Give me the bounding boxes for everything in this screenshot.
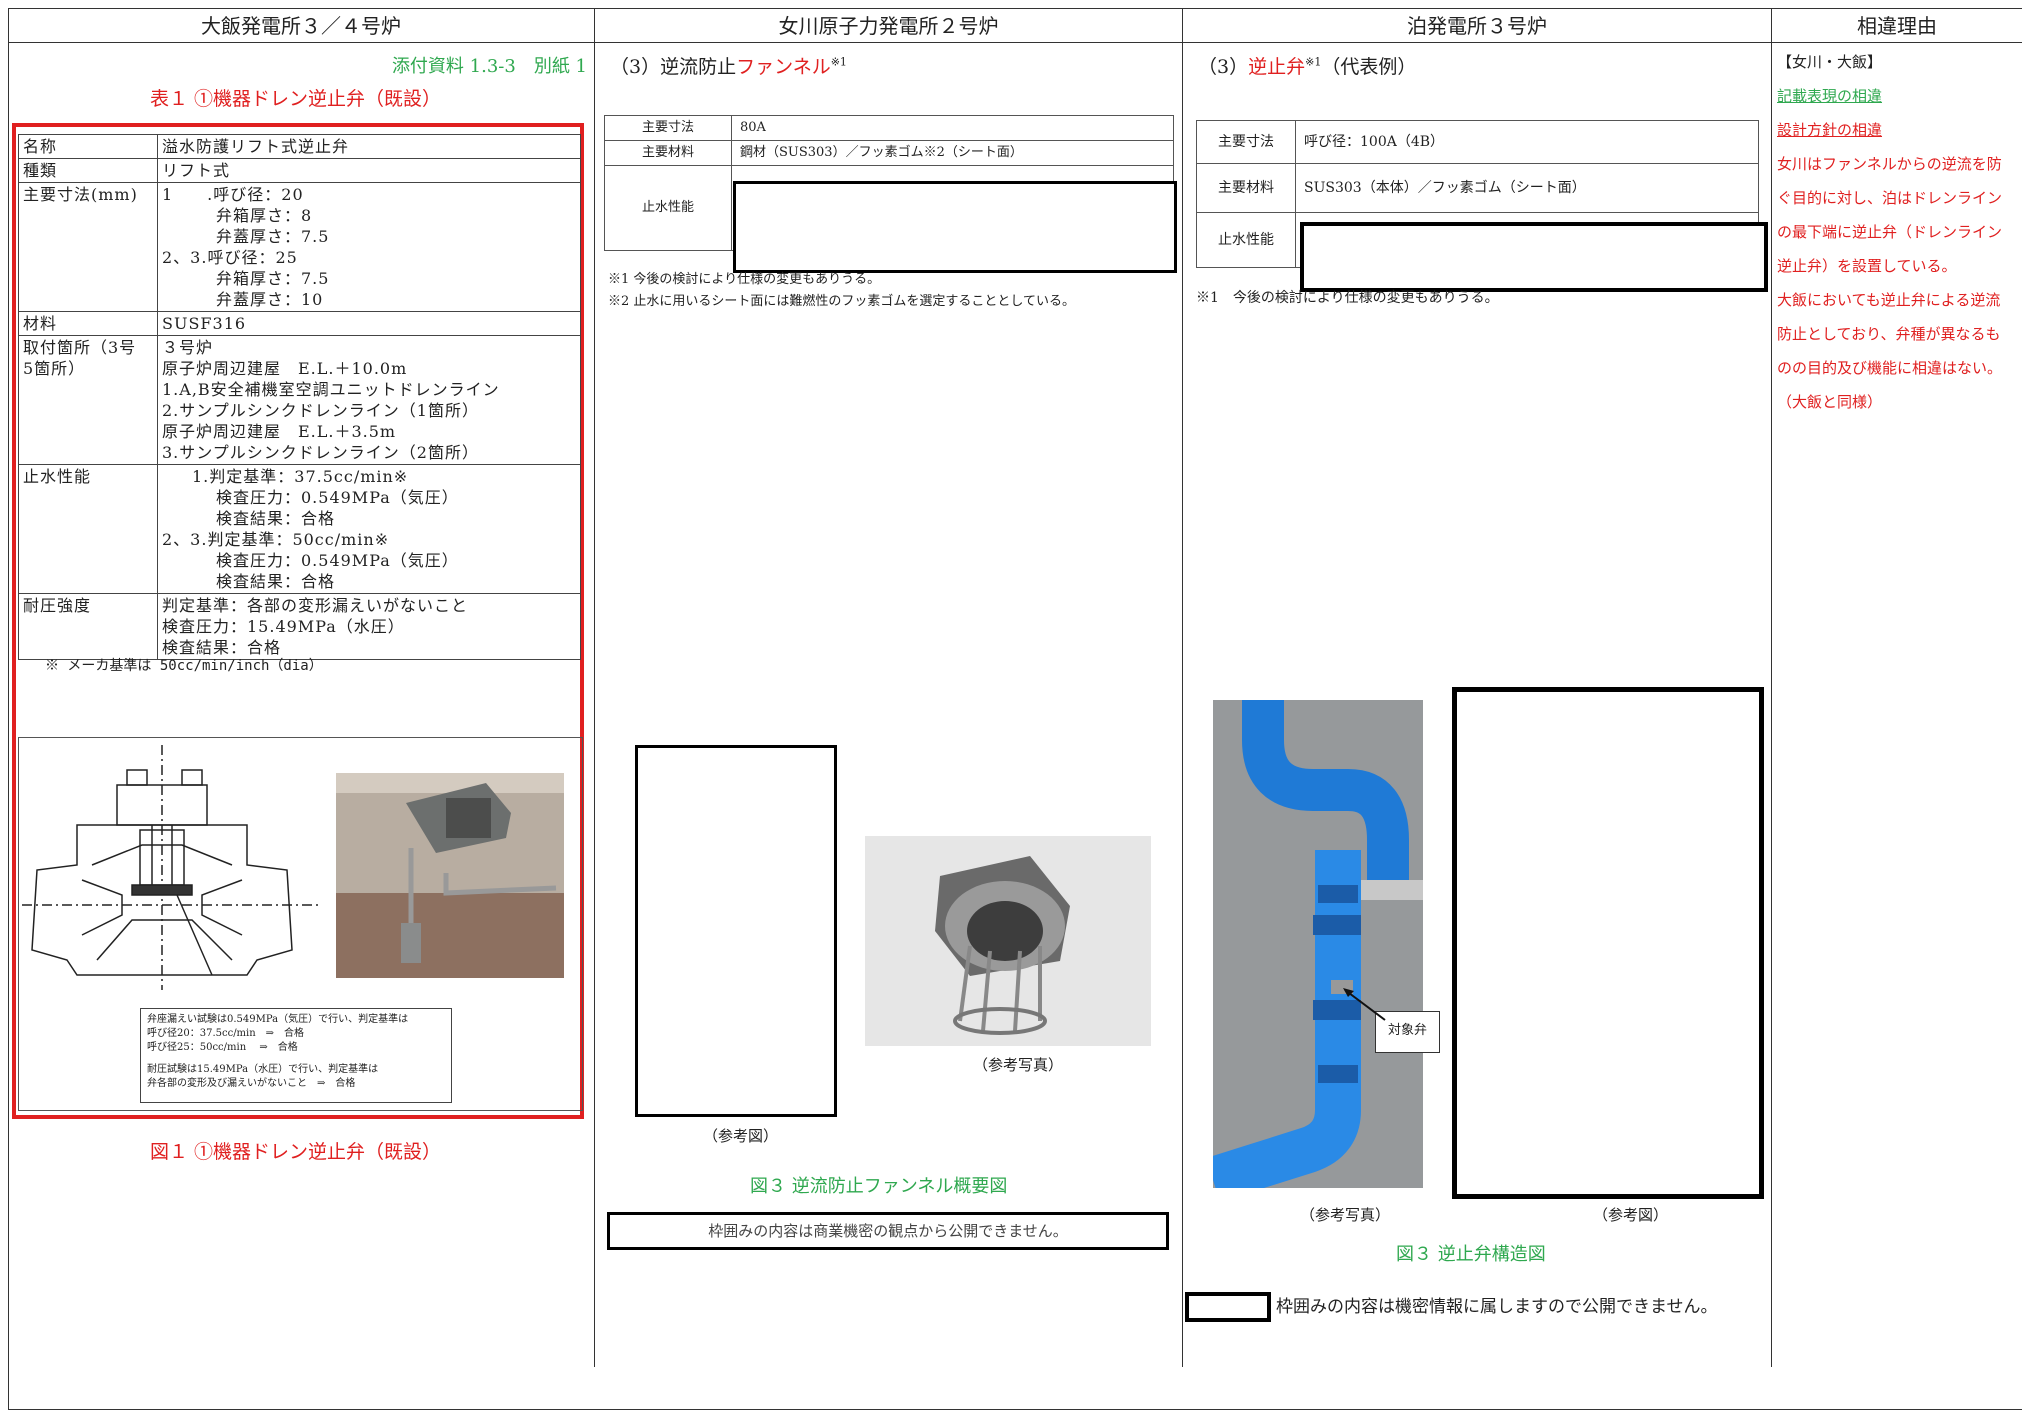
ref-photo-label-onagawa: （参考写真） bbox=[973, 1056, 1064, 1074]
col-divider-2 bbox=[1182, 8, 1183, 1367]
spec-table-ohi: 名称 溢水防護リフト式逆止弁 種類 リフト式 主要寸法(mm) 1 .呼び径：20 … bbox=[18, 134, 581, 660]
redacted-box-tomari bbox=[1300, 222, 1768, 292]
onagawa-note-1: ※1 今後の検討により仕様の変更もありうる。 bbox=[608, 272, 881, 287]
col-divider-3 bbox=[1771, 8, 1772, 1367]
ref-figure-label: （参考図） bbox=[703, 1127, 779, 1145]
reason-line: 逆止弁）を設置している。 bbox=[1777, 257, 1957, 275]
figure1-caption: 図１ ①機器ドレン逆止弁（既設） bbox=[150, 1141, 442, 1163]
redacted-structure-figure bbox=[1452, 687, 1764, 1199]
header-tomari: 泊発電所３号炉 bbox=[1407, 14, 1547, 38]
reason-line: 設計方針の相違 bbox=[1777, 121, 1883, 139]
funnel-photo bbox=[865, 836, 1151, 1046]
reason-line: 女川はファンネルからの逆流を防 bbox=[1777, 155, 2002, 173]
table-footnote: ※ メーカ基準は 50cc/min/inch（dia） bbox=[45, 658, 323, 674]
onagawa-heading: （3）逆流防止ファンネル※1 bbox=[610, 55, 847, 78]
header-reason: 相違理由 bbox=[1857, 14, 1937, 38]
table-row: 耐圧強度 判定基準：各部の変形漏えいがないこと 検査圧力：15.49MPa（水圧… bbox=[18, 593, 581, 660]
redacted-figure bbox=[635, 745, 837, 1117]
onagawa-note-2: ※2 止水に用いるシート面には難燃性のフッ素ゴムを選定することとしている。 bbox=[608, 294, 1076, 309]
figure3-caption-onagawa: 図３ 逆流防止ファンネル概要図 bbox=[750, 1176, 1008, 1197]
table-row: 材料 SUSF316 bbox=[18, 311, 581, 336]
reason-line: 【女川・大飯】 bbox=[1777, 53, 1883, 71]
reason-line: 記載表現の相違 bbox=[1777, 87, 1883, 105]
table-row: 止水性能 1.判定基準：37.5cc/min※ 検査圧力：0.549MPa（気圧… bbox=[18, 464, 581, 594]
check-valve-photo bbox=[1213, 700, 1423, 1188]
reason-line: 防止としており、弁種が異なるも bbox=[1777, 325, 2001, 343]
ref-photo-label-tomari: （参考写真） bbox=[1300, 1206, 1391, 1224]
reason-line: の最下端に逆止弁（ドレンライン bbox=[1777, 223, 2003, 241]
table-row: 名称 溢水防護リフト式逆止弁 bbox=[18, 134, 581, 159]
tomari-note: ※1 今後の検討により仕様の変更もありうる。 bbox=[1196, 290, 1499, 306]
redacted-box bbox=[733, 181, 1177, 273]
table-row: 主要材料 SUS303（本体）／フッ素ゴム（シート面） bbox=[1196, 163, 1759, 213]
header-onagawa: 女川原子力発電所２号炉 bbox=[778, 14, 999, 38]
reason-line: （大飯と同様） bbox=[1777, 393, 1883, 411]
header-divider bbox=[8, 42, 2022, 43]
table-row: 主要寸法 80A bbox=[604, 115, 1174, 141]
attachment-label: 添付資料 1.3-3 別紙 1 bbox=[391, 56, 587, 77]
valve-photo-ohi bbox=[336, 773, 564, 978]
confidential-notice-onagawa: 枠囲みの内容は商業機密の観点から公開できません。 bbox=[607, 1212, 1169, 1250]
table1-title: 表１ ①機器ドレン逆止弁（既設） bbox=[150, 88, 442, 110]
tomari-heading: （3）逆止弁※1（代表例） bbox=[1198, 55, 1417, 78]
confidential-marker bbox=[1185, 1292, 1271, 1322]
table-row: 主要寸法 呼び径：100A（4B） bbox=[1196, 120, 1759, 164]
valve-drawing bbox=[22, 745, 322, 990]
figure3-caption-tomari: 図３ 逆止弁構造図 bbox=[1396, 1244, 1546, 1265]
reason-line: 大飯においても逆止弁による逆流 bbox=[1777, 291, 2001, 309]
target-arrow bbox=[1343, 988, 1386, 1021]
col-divider-1 bbox=[594, 8, 595, 1367]
ref-figure-label-tomari: （参考図） bbox=[1593, 1206, 1669, 1224]
table-row: 主要材料 鋼材（SUS303）／フッ素ゴム※2（シート面） bbox=[604, 140, 1174, 166]
reason-line: のの目的及び機能に相違はない。 bbox=[1777, 359, 2003, 377]
confidential-notice-tomari: 枠囲みの内容は機密情報に属しますので公開できません。 bbox=[1276, 1297, 1718, 1317]
test-notes-box: 弁座漏えい試験は0.549MPa（気圧）で行い、判定基準は 呼び径20：37.5… bbox=[140, 1008, 452, 1103]
table-row: 種類 リフト式 bbox=[18, 158, 581, 183]
table-row: 取付箇所（3号 5箇所） ３号炉 原子炉周辺建屋 E.L.＋10.0m 1.A,… bbox=[18, 335, 581, 465]
header-ohi: 大飯発電所３／４号炉 bbox=[201, 14, 401, 38]
table-row: 主要寸法(mm) 1 .呼び径：20 弁箱厚さ：8 弁蓋厚さ：7.5 2、3.呼… bbox=[18, 182, 581, 312]
reason-line: ぐ目的に対し、泊はドレンライン bbox=[1777, 189, 2003, 207]
